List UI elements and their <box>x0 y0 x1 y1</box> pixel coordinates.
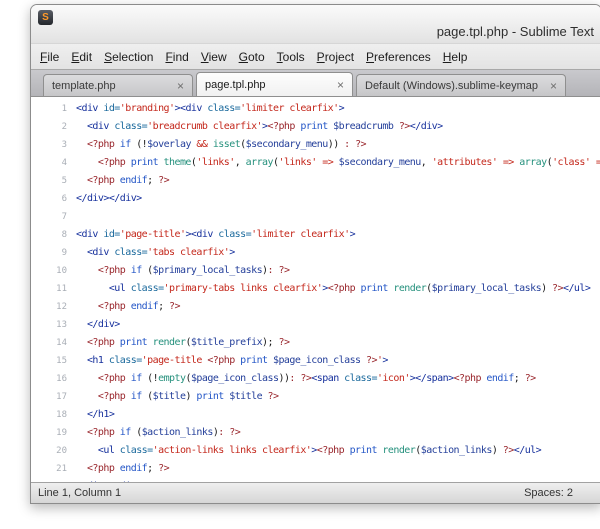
line-number: 15 <box>31 352 76 370</box>
code-text: <?php if ($title) print $title ?> <box>76 388 278 406</box>
code-text: <?php print theme('links', array('links'… <box>76 154 600 172</box>
line-number: 20 <box>31 442 76 460</box>
code-text: <?php endif; ?> <box>76 172 169 190</box>
menu-item-goto[interactable]: Goto <box>233 47 271 67</box>
tab-template.php[interactable]: template.php × <box>43 74 193 96</box>
code-line[interactable]: 17 <?php if ($title) print $title ?> <box>31 388 600 406</box>
code-text: </div> <box>76 316 120 334</box>
line-number: 21 <box>31 460 76 478</box>
app-icon-glyph: S <box>42 12 49 23</box>
code-line[interactable]: 1<div id='branding'><div class='limiter … <box>31 100 600 118</box>
sublime-window: S page.tpl.php - Sublime Text FileEditSe… <box>30 4 600 504</box>
code-line[interactable]: 9 <div class='tabs clearfix'> <box>31 244 600 262</box>
code-text: </div></div> <box>76 190 142 208</box>
code-text: <h1 class='page-title <?php print $page_… <box>76 352 388 370</box>
menu-item-edit[interactable]: Edit <box>65 47 98 67</box>
code-line[interactable]: 8<div id='page-title'><div class='limite… <box>31 226 600 244</box>
code-line[interactable]: 16 <?php if (!empty($page_icon_class)): … <box>31 370 600 388</box>
menu-item-help[interactable]: Help <box>437 47 474 67</box>
menu-item-preferences[interactable]: Preferences <box>360 47 437 67</box>
code-line[interactable]: 7 <box>31 208 600 226</box>
line-number: 14 <box>31 334 76 352</box>
menu-item-view[interactable]: View <box>195 47 233 67</box>
code-line[interactable]: 21 <?php endif; ?> <box>31 460 600 478</box>
line-number: 7 <box>31 208 76 226</box>
tab-label: template.php <box>52 80 116 92</box>
code-text: <div class='breadcrumb clearfix'><?php p… <box>76 118 443 136</box>
tab-label: page.tpl.php <box>205 79 266 91</box>
line-number: 16 <box>31 370 76 388</box>
code-line[interactable]: 12 <?php endif; ?> <box>31 298 600 316</box>
line-number: 10 <box>31 262 76 280</box>
window-title: page.tpl.php - Sublime Text <box>437 24 594 39</box>
code-line[interactable]: 18 </h1> <box>31 406 600 424</box>
code-text: <?php print render($title_prefix); ?> <box>76 334 289 352</box>
code-text: <div id='branding'><div class='limiter c… <box>76 100 344 118</box>
line-number: 13 <box>31 316 76 334</box>
code-text: <?php endif; ?> <box>76 298 180 316</box>
code-text: <div class='tabs clearfix'> <box>76 244 235 262</box>
code-line[interactable]: 19 <?php if ($action_links): ?> <box>31 424 600 442</box>
tab-page.tpl.php[interactable]: page.tpl.php × <box>196 72 353 96</box>
tab-bar: template.php×page.tpl.php×Default (Windo… <box>31 69 600 97</box>
menu-item-file[interactable]: File <box>34 47 65 67</box>
line-number: 11 <box>31 280 76 298</box>
code-line[interactable]: 10 <?php if ($primary_local_tasks): ?> <box>31 262 600 280</box>
desktop-background: S page.tpl.php - Sublime Text FileEditSe… <box>0 0 600 529</box>
code-text: <ul class='primary-tabs links clearfix'>… <box>76 280 590 298</box>
tab-label: Default (Windows).sublime-keymap <box>365 80 538 92</box>
code-text: <?php if (!$overlay && isset($secondary_… <box>76 136 366 154</box>
code-line[interactable]: 11 <ul class='primary-tabs links clearfi… <box>31 280 600 298</box>
line-number: 1 <box>31 100 76 118</box>
code-line[interactable]: 20 <ul class='action-links links clearfi… <box>31 442 600 460</box>
code-line[interactable]: 2 <div class='breadcrumb clearfix'><?php… <box>31 118 600 136</box>
menu-item-tools[interactable]: Tools <box>271 47 311 67</box>
menu-item-project[interactable]: Project <box>311 47 360 67</box>
close-icon[interactable]: × <box>337 78 344 92</box>
app-icon[interactable]: S <box>38 10 53 25</box>
code-line[interactable]: 6</div></div> <box>31 190 600 208</box>
code-text: <?php endif; ?> <box>76 460 169 478</box>
code-text: <?php if ($action_links): ?> <box>76 424 240 442</box>
title-bar[interactable]: S page.tpl.php - Sublime Text <box>31 5 600 44</box>
tab-default-windows-.sublime-keymap[interactable]: Default (Windows).sublime-keymap × <box>356 74 566 96</box>
line-number: 9 <box>31 244 76 262</box>
line-number: 12 <box>31 298 76 316</box>
code-text: </h1> <box>76 406 114 424</box>
code-text: <?php if (!empty($page_icon_class)): ?><… <box>76 370 536 388</box>
code-text: <ul class='action-links links clearfix'>… <box>76 442 541 460</box>
line-number: 5 <box>31 172 76 190</box>
line-number: 6 <box>31 190 76 208</box>
line-number: 18 <box>31 406 76 424</box>
line-number: 8 <box>31 226 76 244</box>
line-number: 3 <box>31 136 76 154</box>
close-icon[interactable]: × <box>177 79 184 93</box>
line-number: 2 <box>31 118 76 136</box>
cursor-position: Line 1, Column 1 <box>31 487 121 499</box>
line-number: 19 <box>31 424 76 442</box>
code-line[interactable]: 13 </div> <box>31 316 600 334</box>
code-line[interactable]: 4 <?php print theme('links', array('link… <box>31 154 600 172</box>
code-line[interactable]: 14 <?php print render($title_prefix); ?> <box>31 334 600 352</box>
menu-bar: FileEditSelectionFindViewGotoToolsProjec… <box>31 44 600 69</box>
line-number: 17 <box>31 388 76 406</box>
code-line[interactable]: 5 <?php endif; ?> <box>31 172 600 190</box>
code-line[interactable]: 15 <h1 class='page-title <?php print $pa… <box>31 352 600 370</box>
code-line[interactable]: 3 <?php if (!$overlay && isset($secondar… <box>31 136 600 154</box>
status-bar: Line 1, Column 1 Spaces: 2 <box>31 482 600 503</box>
line-number: 4 <box>31 154 76 172</box>
code-area[interactable]: 1<div id='branding'><div class='limiter … <box>31 97 600 482</box>
menu-item-find[interactable]: Find <box>159 47 194 67</box>
close-icon[interactable]: × <box>550 79 557 93</box>
code-text: <div id='page-title'><div class='limiter… <box>76 226 355 244</box>
indent-setting[interactable]: Spaces: 2 <box>524 487 573 499</box>
code-text: <?php if ($primary_local_tasks): ?> <box>76 262 289 280</box>
menu-item-selection[interactable]: Selection <box>98 47 159 67</box>
